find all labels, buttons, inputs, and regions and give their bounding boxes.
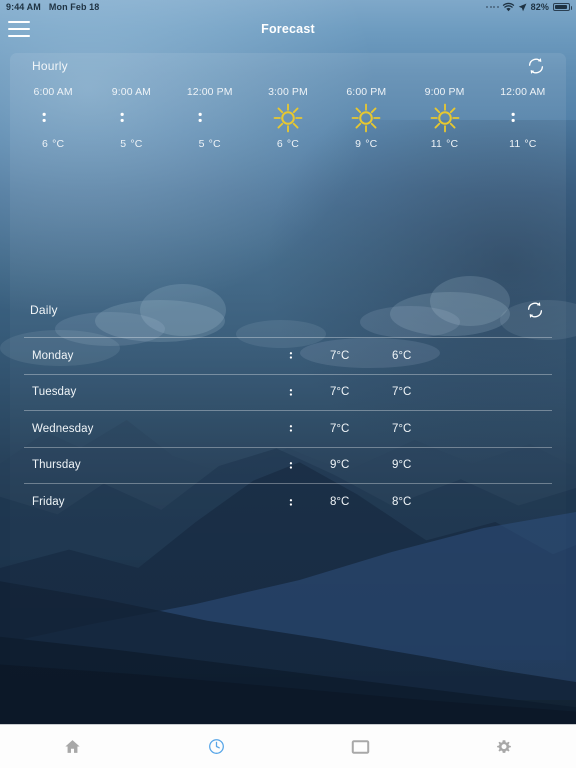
hourly-temp-unit: °C — [446, 138, 459, 150]
hourly-item: 12:00 PM 5 °C — [171, 86, 249, 150]
hourly-temp-value: 5 — [198, 138, 205, 150]
sun-icon — [351, 101, 381, 135]
settings-gear-icon — [496, 739, 512, 755]
hourly-forecast-list: 6:00 AM 6 °C 9:00 AM 5 °C 12:00 PM 5 °C 3:00 PM 6 °… — [10, 86, 566, 150]
hourly-temp: 9 °C — [355, 138, 377, 150]
daily-low-temp: 9°C — [392, 459, 412, 472]
daily-refresh-icon[interactable] — [525, 300, 545, 320]
nav-bar: Forecast — [0, 14, 576, 44]
daily-high-temp: 8°C — [330, 496, 350, 509]
hourly-temp-unit: °C — [365, 138, 378, 150]
daily-low-temp: 6°C — [392, 349, 412, 362]
hourly-temp: 6 °C — [42, 138, 64, 150]
hourly-temp: 5 °C — [120, 138, 142, 150]
status-time: 9:44 AM — [6, 2, 41, 12]
moon-icon — [40, 101, 67, 135]
battery-icon — [553, 3, 572, 11]
moon-icon — [274, 385, 320, 400]
tab-forecast[interactable] — [144, 725, 288, 768]
daily-row[interactable]: Tuesday 7°C 7°C — [24, 375, 552, 411]
clock-icon — [208, 738, 225, 755]
hourly-header: Hourly — [10, 53, 566, 83]
status-bar: 9:44 AM Mon Feb 18 82% — [0, 0, 576, 14]
bottom-tab-bar — [0, 724, 576, 768]
daily-day-name: Friday — [32, 496, 65, 509]
status-indicators: 82% — [486, 2, 572, 12]
moon-icon — [274, 421, 320, 436]
daily-low-temp: 7°C — [392, 386, 412, 399]
hourly-time: 6:00 PM — [346, 86, 387, 98]
sun-icon — [273, 101, 303, 135]
hourly-temp-value: 6 — [276, 138, 283, 150]
hourly-temp-unit: °C — [52, 138, 65, 150]
hourly-temp-unit: °C — [208, 138, 221, 150]
signal-dots-icon — [486, 6, 499, 8]
battery-percent: 82% — [530, 2, 549, 12]
moon-icon — [274, 348, 320, 363]
hourly-temp-value: 9 — [355, 138, 362, 150]
daily-day-name: Thursday — [32, 459, 81, 472]
moon-icon — [118, 101, 145, 135]
weather-app: 9:44 AM Mon Feb 18 82% Forecast Hourly 6… — [0, 0, 576, 768]
hourly-time: 12:00 AM — [500, 86, 546, 98]
home-icon — [64, 738, 81, 755]
daily-day-name: Wednesday — [32, 422, 94, 435]
daily-row[interactable]: Monday 7°C 6°C — [24, 338, 552, 375]
daily-day-name: Tuesday — [32, 386, 77, 399]
daily-low-temp: 7°C — [392, 422, 412, 435]
hourly-time: 6:00 AM — [33, 86, 73, 98]
hourly-temp: 6 °C — [277, 138, 299, 150]
daily-high-temp: 7°C — [330, 422, 350, 435]
daily-low-temp: 8°C — [392, 496, 412, 509]
status-date: Mon Feb 18 — [48, 2, 100, 12]
tab-home[interactable] — [0, 725, 144, 768]
hourly-temp-unit: °C — [286, 138, 300, 150]
hourly-temp-value: 5 — [120, 138, 127, 150]
hourly-item: 9:00 AM 5 °C — [92, 86, 170, 150]
daily-row[interactable]: Friday 8°C 8°C — [24, 484, 552, 521]
tab-settings[interactable] — [432, 725, 576, 768]
sun-icon — [430, 101, 460, 135]
hourly-time: 3:00 PM — [268, 86, 308, 98]
hourly-temp: 5 °C — [199, 138, 221, 150]
hourly-time: 9:00 AM — [111, 86, 152, 98]
hourly-item: 6:00 AM 6 °C — [14, 86, 92, 150]
hourly-temp-value: 6 — [42, 138, 49, 150]
forecast-card: Hourly 6:00 AM 6 °C 9:00 AM 5 °C 12:00 PM 5 °C 3:… — [10, 53, 566, 715]
hourly-item: 9:00 PM 11 °C — [405, 86, 483, 150]
moon-icon — [274, 458, 320, 473]
daily-row[interactable]: Wednesday 7°C 7°C — [24, 411, 552, 448]
moon-icon — [509, 101, 536, 135]
moon-icon — [196, 101, 223, 135]
daily-row[interactable]: Thursday 9°C 9°C — [24, 448, 552, 484]
daily-high-temp: 7°C — [330, 349, 350, 362]
daily-forecast-list: Monday 7°C 6°C Tuesday 7°C 7°C Wednesday 7°C 7°C… — [10, 338, 566, 521]
daily-high-temp: 7°C — [330, 386, 350, 399]
daily-header: Daily — [10, 295, 566, 329]
hourly-temp-unit: °C — [130, 138, 143, 150]
hourly-temp-value: 11 — [509, 138, 521, 150]
moon-icon — [274, 495, 320, 510]
hourly-title: Hourly — [32, 59, 68, 73]
hourly-refresh-icon[interactable] — [526, 56, 546, 76]
page-title: Forecast — [261, 22, 315, 36]
daily-title: Daily — [30, 303, 58, 317]
hourly-time: 12:00 PM — [186, 86, 233, 98]
tab-card[interactable] — [288, 725, 432, 768]
hourly-temp: 11 °C — [509, 138, 537, 150]
daily-high-temp: 9°C — [330, 459, 350, 472]
location-arrow-icon — [518, 3, 527, 12]
hourly-item: 12:00 AM 11 °C — [484, 86, 562, 150]
hourly-item: 3:00 PM 6 °C — [249, 86, 327, 150]
hourly-temp: 11 °C — [431, 138, 459, 150]
card-icon — [351, 739, 369, 754]
hourly-temp-value: 11 — [430, 138, 443, 150]
hourly-time: 9:00 PM — [424, 86, 465, 98]
hourly-item: 6:00 PM 9 °C — [327, 86, 405, 150]
hourly-temp-unit: °C — [524, 138, 537, 150]
wifi-icon — [502, 2, 514, 12]
daily-day-name: Monday — [32, 349, 74, 362]
